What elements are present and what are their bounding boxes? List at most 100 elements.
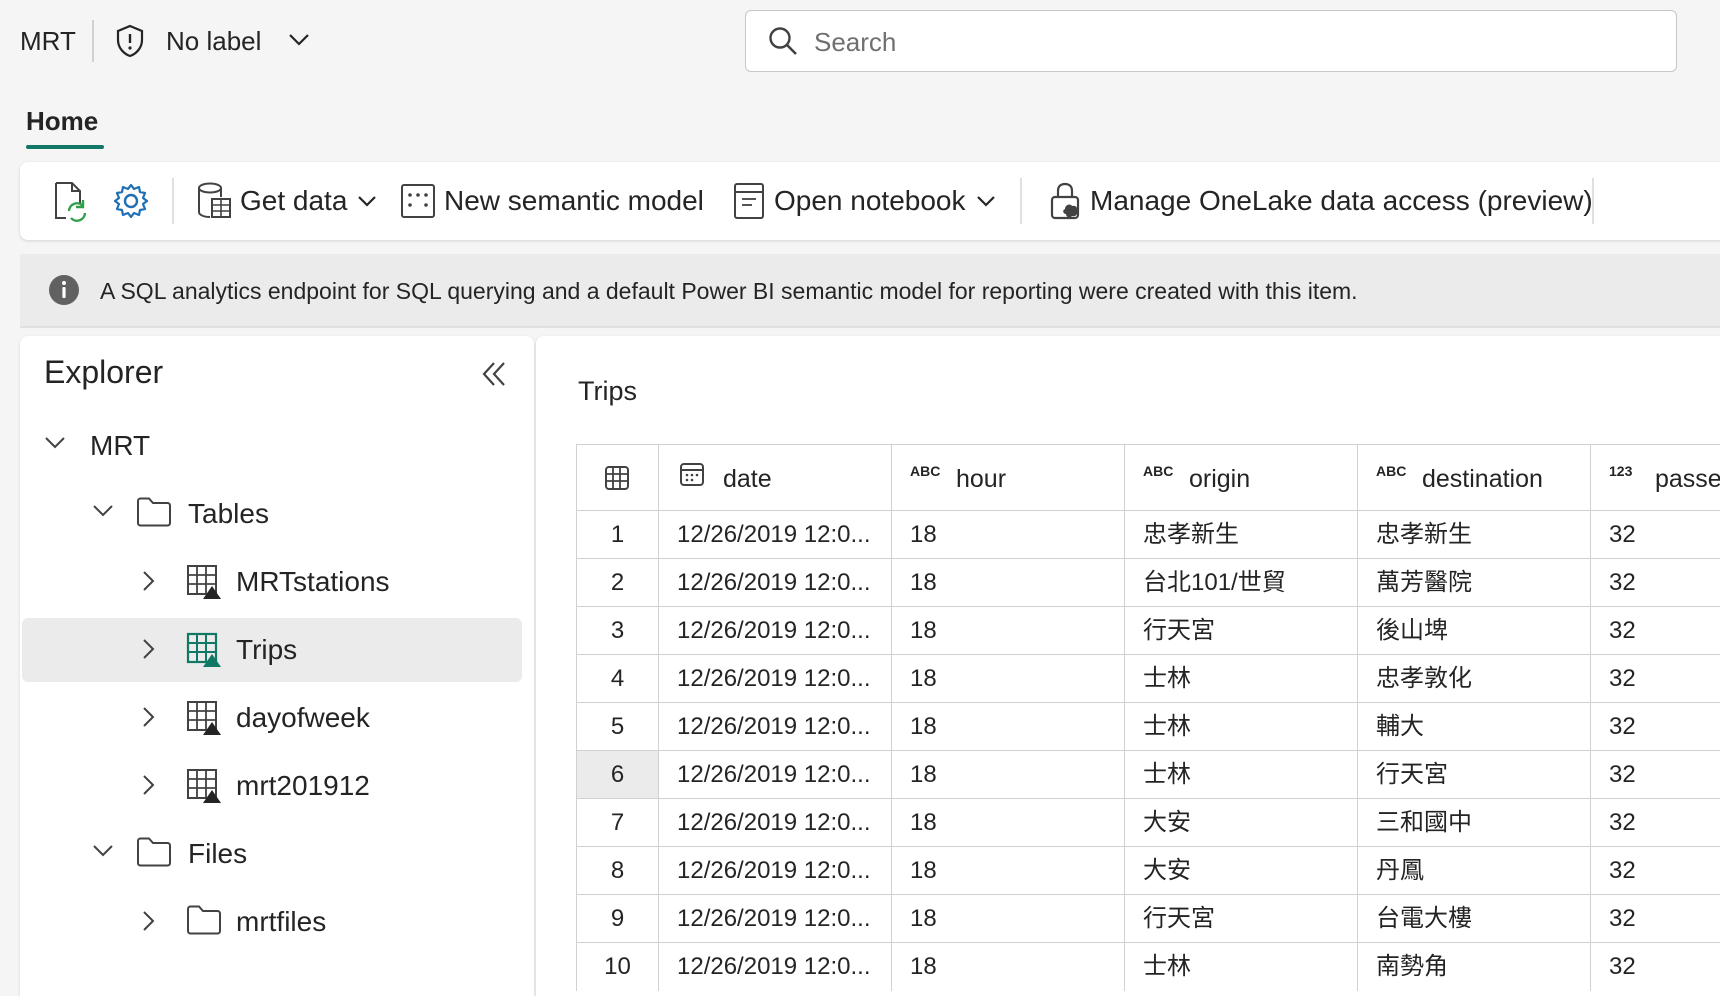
- sensitivity-label[interactable]: No label: [166, 26, 261, 57]
- table-cell[interactable]: 12/26/2019 12:0...: [659, 799, 892, 847]
- table-cell[interactable]: 行天宮: [1125, 895, 1358, 943]
- row-number-cell[interactable]: 10: [577, 943, 659, 991]
- table-cell[interactable]: 32: [1591, 511, 1720, 559]
- table-cell[interactable]: 行天宮: [1125, 607, 1358, 655]
- table-cell[interactable]: 台北101/世貿: [1125, 559, 1358, 607]
- tab-home[interactable]: Home: [26, 106, 98, 137]
- row-number-cell[interactable]: 8: [577, 847, 659, 895]
- table-row[interactable]: 10 12/26/2019 12:0... 18 士林 南勢角 32: [576, 942, 1720, 991]
- chevron-down-icon[interactable]: [44, 436, 66, 450]
- table-cell[interactable]: 18: [892, 703, 1125, 751]
- table-row[interactable]: 3 12/26/2019 12:0... 18 行天宮 後山埤 32: [576, 606, 1720, 655]
- collapse-pane-icon[interactable]: [480, 360, 508, 388]
- table-cell[interactable]: 32: [1591, 655, 1720, 703]
- table-cell[interactable]: 大安: [1125, 799, 1358, 847]
- table-cell[interactable]: 忠孝新生: [1125, 511, 1358, 559]
- table-cell[interactable]: 萬芳醫院: [1358, 559, 1591, 607]
- row-number-cell[interactable]: 6: [577, 751, 659, 799]
- chevron-right-icon[interactable]: [142, 706, 156, 728]
- table-cell[interactable]: 行天宮: [1358, 751, 1591, 799]
- chevron-right-icon[interactable]: [142, 638, 156, 660]
- table-cell[interactable]: 士林: [1125, 703, 1358, 751]
- settings-button[interactable]: [112, 162, 150, 240]
- tree-item-dayofweek[interactable]: dayofweek: [22, 686, 522, 750]
- table-row[interactable]: 7 12/26/2019 12:0... 18 大安 三和國中 32: [576, 798, 1720, 847]
- tree-item-tables[interactable]: Tables: [22, 482, 522, 546]
- table-cell[interactable]: 台電大樓: [1358, 895, 1591, 943]
- table-cell[interactable]: 12/26/2019 12:0...: [659, 943, 892, 991]
- table-cell[interactable]: 大安: [1125, 847, 1358, 895]
- column-header-origin[interactable]: ABC origin: [1125, 445, 1358, 511]
- open-notebook-button[interactable]: Open notebook: [732, 162, 996, 240]
- table-cell[interactable]: 12/26/2019 12:0...: [659, 751, 892, 799]
- table-cell[interactable]: 輔大: [1358, 703, 1591, 751]
- new-semantic-model-button[interactable]: New semantic model: [400, 162, 704, 240]
- table-cell[interactable]: 18: [892, 943, 1125, 991]
- table-cell[interactable]: 12/26/2019 12:0...: [659, 703, 892, 751]
- table-cell[interactable]: 丹鳳: [1358, 847, 1591, 895]
- table-cell[interactable]: 18: [892, 799, 1125, 847]
- table-cell[interactable]: 18: [892, 511, 1125, 559]
- manage-onelake-access-button[interactable]: Manage OneLake data access (preview): [1048, 162, 1593, 240]
- column-header-date[interactable]: date: [659, 445, 892, 511]
- row-number-cell[interactable]: 3: [577, 607, 659, 655]
- row-number-cell[interactable]: 2: [577, 559, 659, 607]
- table-cell[interactable]: 12/26/2019 12:0...: [659, 511, 892, 559]
- chevron-right-icon[interactable]: [142, 774, 156, 796]
- table-cell[interactable]: 32: [1591, 895, 1720, 943]
- chevron-down-icon[interactable]: [92, 504, 114, 518]
- refresh-button[interactable]: [50, 162, 88, 240]
- row-number-cell[interactable]: 9: [577, 895, 659, 943]
- table-cell[interactable]: 32: [1591, 943, 1720, 991]
- table-cell[interactable]: 32: [1591, 559, 1720, 607]
- tree-item-files[interactable]: Files: [22, 822, 522, 886]
- table-cell[interactable]: 忠孝敦化: [1358, 655, 1591, 703]
- row-number-cell[interactable]: 7: [577, 799, 659, 847]
- table-cell[interactable]: 士林: [1125, 655, 1358, 703]
- table-row[interactable]: 6 12/26/2019 12:0... 18 士林 行天宮 32: [576, 750, 1720, 799]
- get-data-button[interactable]: Get data: [196, 162, 377, 240]
- table-cell[interactable]: 18: [892, 559, 1125, 607]
- table-cell[interactable]: 18: [892, 847, 1125, 895]
- chevron-down-icon[interactable]: [288, 33, 310, 47]
- chevron-right-icon[interactable]: [142, 570, 156, 592]
- tree-item-trips[interactable]: Trips: [22, 618, 522, 682]
- column-header-destination[interactable]: ABC destination: [1358, 445, 1591, 511]
- table-row[interactable]: 4 12/26/2019 12:0... 18 士林 忠孝敦化 32: [576, 654, 1720, 703]
- table-cell[interactable]: 12/26/2019 12:0...: [659, 655, 892, 703]
- column-header-passengers[interactable]: 123 passe: [1591, 445, 1720, 511]
- table-row[interactable]: 9 12/26/2019 12:0... 18 行天宮 台電大樓 32: [576, 894, 1720, 943]
- table-row[interactable]: 2 12/26/2019 12:0... 18 台北101/世貿 萬芳醫院 32: [576, 558, 1720, 607]
- table-cell[interactable]: 32: [1591, 799, 1720, 847]
- table-cell[interactable]: 18: [892, 751, 1125, 799]
- table-cell[interactable]: 32: [1591, 847, 1720, 895]
- table-cell[interactable]: 南勢角: [1358, 943, 1591, 991]
- select-all-cell[interactable]: [577, 445, 659, 511]
- column-header-hour[interactable]: ABC hour: [892, 445, 1125, 511]
- table-cell[interactable]: 12/26/2019 12:0...: [659, 847, 892, 895]
- table-cell[interactable]: 18: [892, 655, 1125, 703]
- table-cell[interactable]: 士林: [1125, 943, 1358, 991]
- table-cell[interactable]: 後山埤: [1358, 607, 1591, 655]
- sensitivity-shield-icon[interactable]: [114, 24, 146, 58]
- table-cell[interactable]: 三和國中: [1358, 799, 1591, 847]
- table-cell[interactable]: 18: [892, 895, 1125, 943]
- tree-item-mrt[interactable]: MRT: [22, 414, 522, 478]
- table-cell[interactable]: 士林: [1125, 751, 1358, 799]
- row-number-cell[interactable]: 5: [577, 703, 659, 751]
- row-number-cell[interactable]: 1: [577, 511, 659, 559]
- table-cell[interactable]: 12/26/2019 12:0...: [659, 559, 892, 607]
- search-input[interactable]: [812, 25, 1636, 59]
- table-cell[interactable]: 32: [1591, 751, 1720, 799]
- table-row[interactable]: 8 12/26/2019 12:0... 18 大安 丹鳳 32: [576, 846, 1720, 895]
- table-cell[interactable]: 忠孝新生: [1358, 511, 1591, 559]
- tree-item-mrtstations[interactable]: MRTstations: [22, 550, 522, 614]
- table-row[interactable]: 5 12/26/2019 12:0... 18 士林 輔大 32: [576, 702, 1720, 751]
- app-name[interactable]: MRT: [20, 26, 76, 57]
- chevron-down-icon[interactable]: [92, 844, 114, 858]
- tree-item-mrt201912[interactable]: mrt201912: [22, 754, 522, 818]
- table-cell[interactable]: 12/26/2019 12:0...: [659, 895, 892, 943]
- table-cell[interactable]: 32: [1591, 703, 1720, 751]
- table-cell[interactable]: 18: [892, 607, 1125, 655]
- table-row[interactable]: 1 12/26/2019 12:0... 18 忠孝新生 忠孝新生 32: [576, 510, 1720, 559]
